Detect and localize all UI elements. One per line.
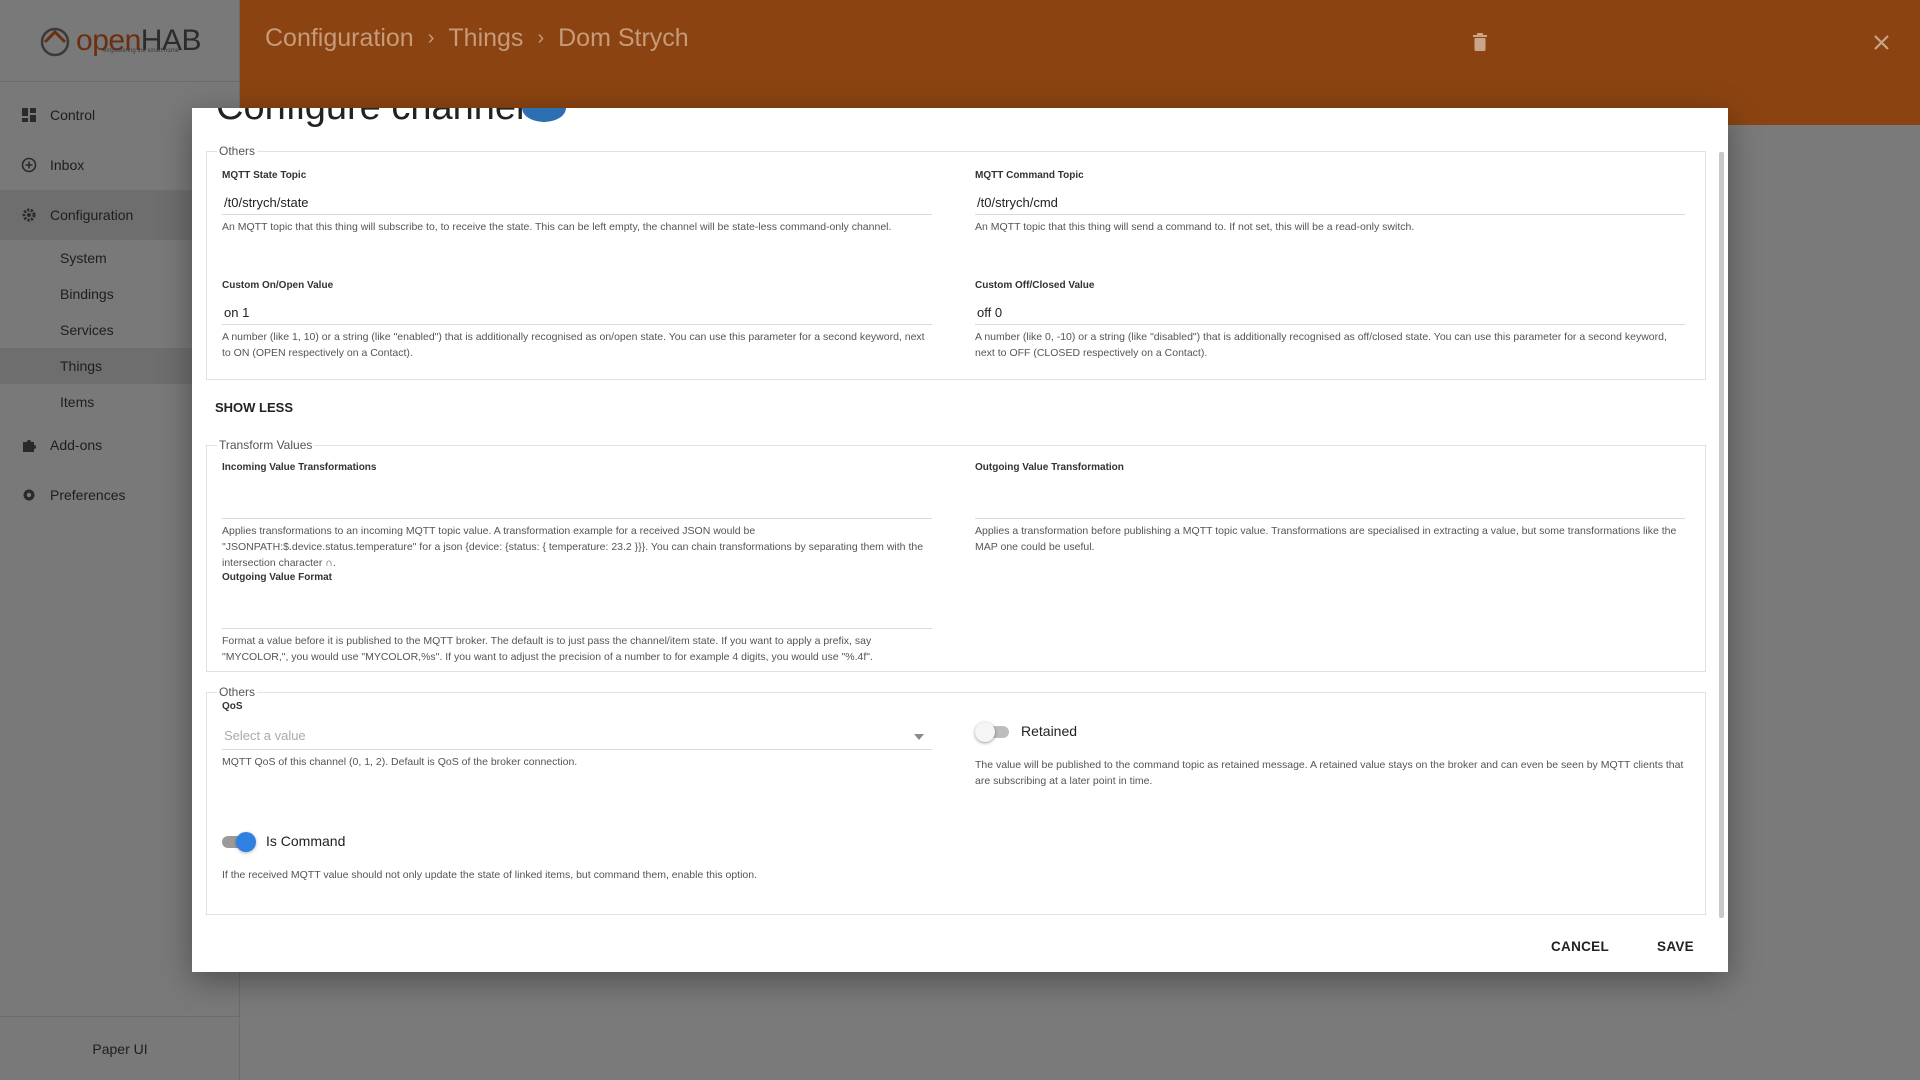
sidebar-item-label: Add-ons [50, 437, 103, 453]
breadcrumb-configuration[interactable]: Configuration [265, 24, 414, 53]
qos-placeholder: Select a value [224, 728, 306, 743]
is-command-toggle[interactable] [220, 831, 256, 852]
retained-toggle[interactable] [975, 721, 1011, 742]
add-circle-icon [20, 156, 38, 174]
sidebar-subitem-label: Bindings [60, 286, 114, 302]
qos-select[interactable]: Select a value [222, 728, 932, 750]
breadcrumb-separator: › [427, 27, 435, 49]
field-help: Applies transformations to an incoming M… [222, 525, 924, 569]
transform-values-group: Transform Values Incoming Value Transfor… [206, 438, 1706, 672]
field-help: An MQTT topic that this thing will subsc… [222, 221, 892, 233]
field-label: QoS [222, 701, 243, 712]
sidebar-item-label: Inbox [50, 157, 85, 173]
field-help: A number (like 0, -10) or a string (like… [975, 331, 1667, 359]
field-label: Incoming Value Transformations [222, 462, 377, 473]
sidebar-item-label: Configuration [50, 207, 134, 223]
field-label: MQTT Command Topic [975, 170, 1084, 181]
mqtt-state-topic-input[interactable]: /t0/strych/state [222, 195, 932, 215]
outgoing-value-format-field: Outgoing Value Format Format a value bef… [222, 572, 932, 665]
dialog-actions: CANCEL SAVE [1551, 939, 1694, 954]
breadcrumb-separator: › [537, 27, 545, 49]
toggle-label: Retained [1021, 723, 1078, 739]
puzzle-icon [20, 436, 38, 454]
outgoing-transformation-input[interactable] [975, 487, 1685, 519]
retained-toggle-row: Retained [975, 721, 1078, 742]
logo-tagline: empowering the smart home [103, 48, 180, 54]
field-help: An MQTT topic that this thing will send … [975, 221, 1415, 233]
others-group-2: Others QoS Select a value MQTT QoS of th… [206, 685, 1706, 915]
custom-off-value-input[interactable]: off 0 [975, 305, 1685, 325]
field-label: Custom On/Open Value [222, 280, 334, 291]
outgoing-transformation-field: Outgoing Value Transformation Applies a … [975, 462, 1685, 555]
field-label: Custom Off/Closed Value [975, 280, 1095, 291]
title-decoration [522, 108, 566, 122]
dialog-title: Configure channel [216, 108, 524, 129]
sidebar-subitem-label: Services [60, 322, 114, 338]
field-label: Outgoing Value Transformation [975, 462, 1124, 473]
incoming-transformations-input[interactable] [222, 487, 932, 519]
delete-button[interactable] [1468, 30, 1492, 54]
breadcrumb: Configuration › Things › Dom Strych [265, 24, 689, 53]
gear-icon [20, 206, 38, 224]
incoming-transformations-field: Incoming Value Transformations Applies t… [222, 462, 932, 571]
breadcrumb-things[interactable]: Things [448, 24, 523, 53]
logo-area: openHAB empowering the smart home [0, 0, 239, 82]
sidebar-subitem-label: Items [60, 394, 95, 410]
openhab-logo-icon [40, 27, 70, 56]
configure-channel-dialog: Configure channel Others MQTT State Topi… [192, 108, 1728, 972]
mqtt-command-topic-field: MQTT Command Topic /t0/strych/cmd An MQT… [975, 170, 1685, 235]
group-legend: Transform Values [219, 438, 313, 452]
mqtt-command-topic-input[interactable]: /t0/strych/cmd [975, 195, 1685, 215]
sidebar-subitem-label: System [60, 250, 107, 266]
sidebar-subitem-label: Things [60, 358, 103, 374]
chevron-down-icon [914, 734, 924, 740]
others-group-1: Others MQTT State Topic /t0/strych/state… [206, 144, 1706, 380]
close-icon [1873, 34, 1889, 50]
field-help: Applies a transformation before publishi… [975, 525, 1677, 553]
save-button[interactable]: SAVE [1657, 939, 1694, 954]
ui-name: Paper UI [92, 1040, 148, 1057]
is-command-help: If the received MQTT value should not on… [222, 869, 758, 881]
sidebar-footer: Paper UI [0, 1016, 240, 1080]
toggle-knob [236, 832, 256, 852]
close-button[interactable] [1869, 30, 1893, 54]
dialog-scrollbar[interactable] [1719, 152, 1724, 918]
qos-field: QoS Select a value MQTT QoS of this chan… [222, 701, 932, 770]
trash-icon [1473, 33, 1487, 51]
cancel-button[interactable]: CANCEL [1551, 939, 1609, 954]
field-label: MQTT State Topic [222, 170, 307, 181]
field-help: Format a value before it is published to… [222, 635, 873, 663]
toggle-label: Is Command [266, 833, 346, 849]
custom-off-value-field: Custom Off/Closed Value off 0 A number (… [975, 280, 1685, 361]
custom-on-value-input[interactable]: on 1 [222, 305, 932, 325]
dashboard-icon [20, 106, 38, 124]
app-header: Configuration › Things › Dom Strych [240, 0, 1920, 125]
show-less-button[interactable]: SHOW LESS [215, 400, 293, 415]
breadcrumb-current: Dom Strych [558, 24, 689, 52]
mqtt-state-topic-field: MQTT State Topic /t0/strych/state An MQT… [222, 170, 932, 235]
settings-gear-icon [20, 486, 38, 504]
field-help: A number (like 1, 10) or a string (like … [222, 331, 925, 359]
sidebar-item-label: Preferences [50, 487, 126, 503]
group-legend: Others [219, 144, 256, 158]
custom-on-value-field: Custom On/Open Value on 1 A number (like… [222, 280, 932, 361]
outgoing-value-format-input[interactable] [222, 597, 932, 629]
toggle-knob [975, 722, 995, 742]
group-legend: Others [219, 685, 256, 699]
field-label: Outgoing Value Format [222, 572, 333, 583]
is-command-toggle-row: Is Command [220, 831, 346, 852]
retained-help: The value will be published to the comma… [975, 759, 1684, 787]
field-help: MQTT QoS of this channel (0, 1, 2). Defa… [222, 756, 578, 768]
sidebar-item-label: Control [50, 107, 96, 123]
